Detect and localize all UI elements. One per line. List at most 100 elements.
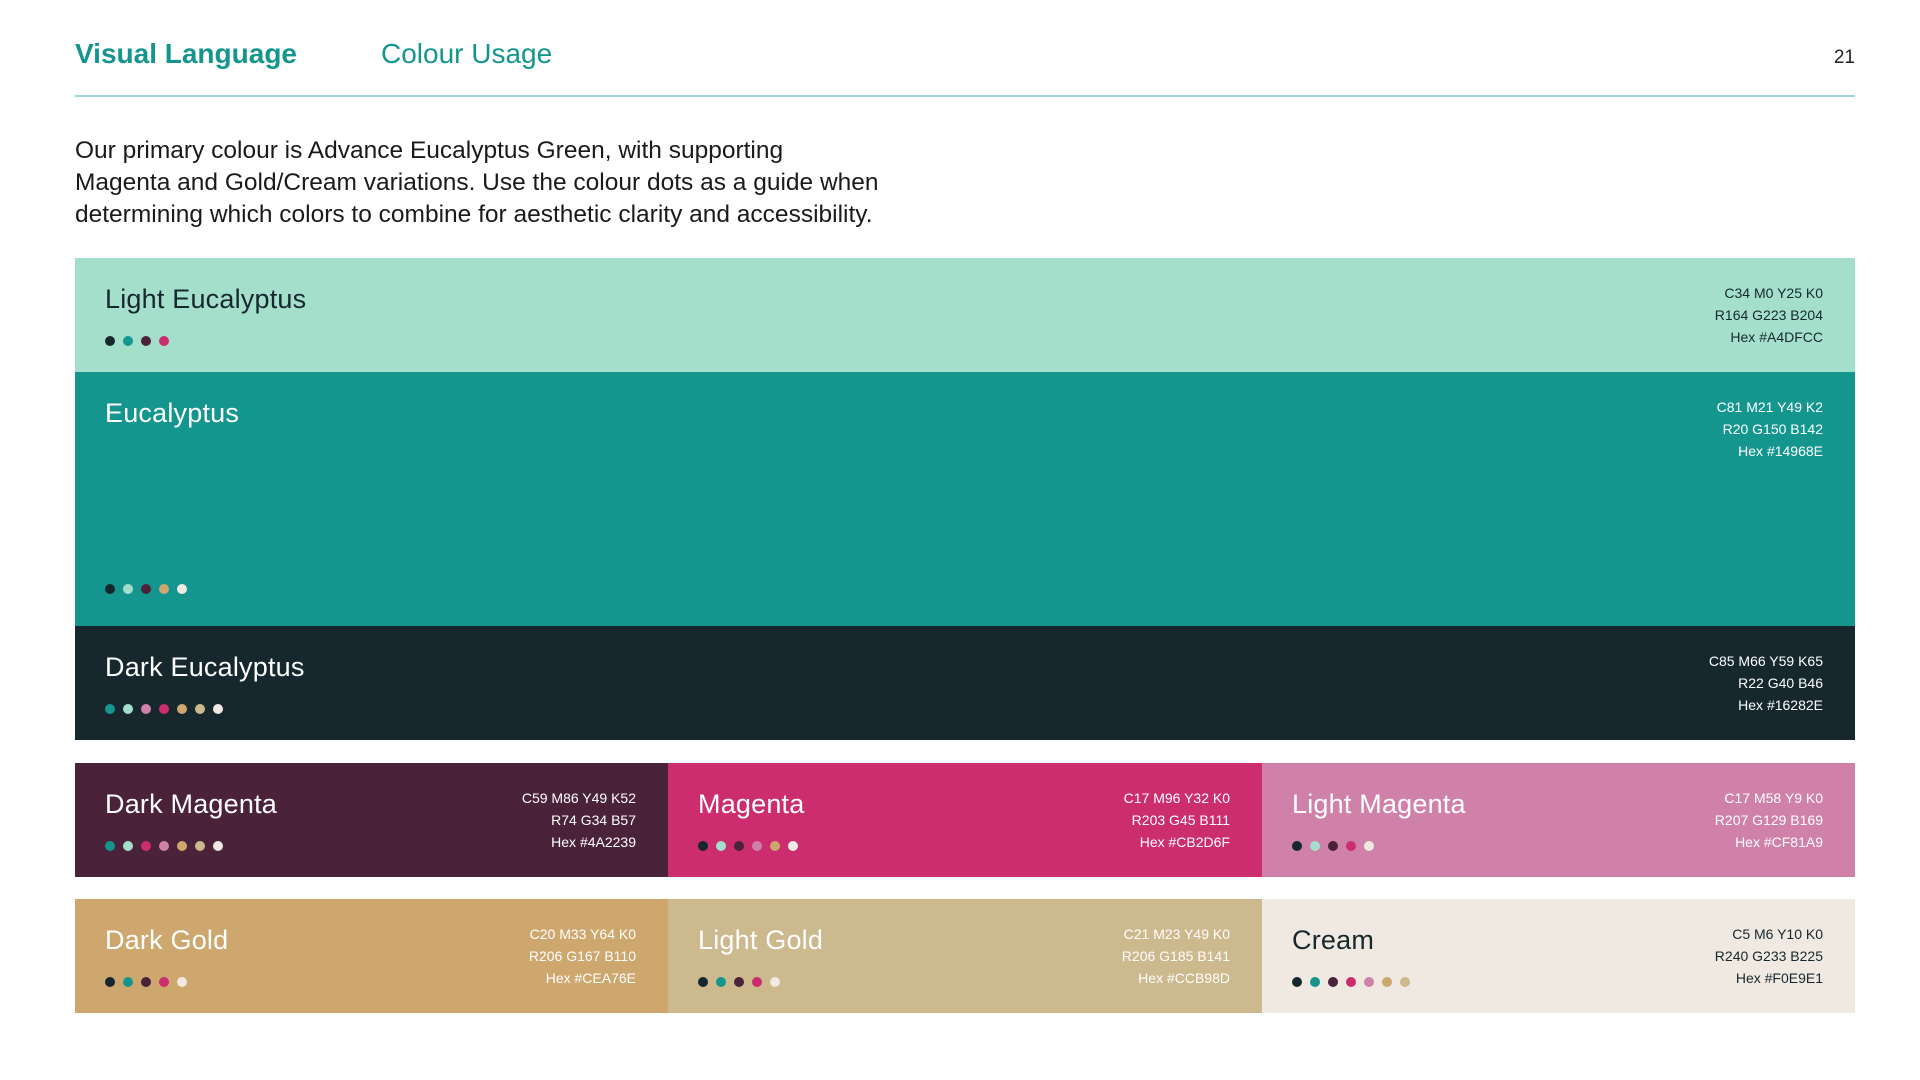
- pairing-dot: [1292, 841, 1302, 851]
- pairing-dot: [1310, 977, 1320, 987]
- swatch-rgb-value: R203 G45 B111: [1131, 812, 1230, 828]
- swatch-rgb-value: R74 G34 B57: [551, 812, 636, 828]
- pairing-dot: [1328, 841, 1338, 851]
- pairing-dot: [177, 841, 187, 851]
- swatch-cmyk-value: C20 M33 Y64 K0: [529, 926, 636, 942]
- swatch-light-magenta: Light Magenta C17 M58 Y9 K0 R207 G129 B169…: [1262, 763, 1855, 877]
- swatch-name: Light Gold: [698, 925, 824, 955]
- header-divider: [75, 95, 1855, 97]
- swatch-hex-value: Hex #14968E: [1738, 443, 1823, 459]
- pairing-dot: [716, 841, 726, 851]
- swatch-codes: C59 M86 Y49 K52 R74 G34 B57 Hex #4A2239: [522, 787, 636, 853]
- pairing-dot: [195, 704, 205, 714]
- swatch-cmyk-value: C21 M23 Y49 K0: [1123, 926, 1230, 942]
- swatch-dark-gold: Dark Gold C20 M33 Y64 K0 R206 G167 B110 Hex…: [75, 899, 668, 1013]
- section-title: Visual Language: [75, 38, 297, 69]
- pairing-dot: [1310, 841, 1320, 851]
- pairing-dot: [123, 704, 133, 714]
- pairing-dot: [123, 841, 133, 851]
- swatch-codes: C17 M96 Y32 K0 R203 G45 B111 Hex #CB2D6F: [1124, 787, 1230, 853]
- pairing-dots: [698, 977, 780, 987]
- pairing-dot: [177, 584, 187, 594]
- pairing-dot: [734, 841, 744, 851]
- swatch-codes: C17 M58 Y9 K0 R207 G129 B169 Hex #CF81A9: [1715, 787, 1823, 853]
- swatch-codes: C34 M0 Y25 K0 R164 G223 B204 Hex #A4DFCC: [1715, 282, 1823, 348]
- swatch-name: Dark Eucalyptus: [105, 652, 305, 682]
- pairing-dot: [159, 977, 169, 987]
- pairing-dot: [770, 977, 780, 987]
- pairing-dots: [1292, 841, 1374, 851]
- swatch-codes: C21 M23 Y49 K0 R206 G185 B141 Hex #CCB98D: [1122, 923, 1230, 989]
- swatch-rgb-value: R22 G40 B46: [1738, 675, 1823, 691]
- swatch-hex-value: Hex #CCB98D: [1138, 970, 1230, 986]
- pairing-dot: [159, 336, 169, 346]
- pairing-dots: [698, 841, 798, 851]
- pairing-dots: [105, 841, 223, 851]
- swatch-codes: C20 M33 Y64 K0 R206 G167 B110 Hex #CEA76E: [529, 923, 636, 989]
- pairing-dot: [105, 336, 115, 346]
- swatch-cmyk-value: C59 M86 Y49 K52: [521, 790, 636, 806]
- pairing-dot: [752, 841, 762, 851]
- swatch-hex-value: Hex #CF81A9: [1735, 834, 1823, 850]
- pairing-dots: [105, 977, 187, 987]
- swatch-codes: C81 M21 Y49 K2 R20 G150 B142 Hex #14968E: [1717, 396, 1823, 462]
- pairing-dot: [123, 977, 133, 987]
- pairing-dots: [1292, 977, 1410, 987]
- swatch-rgb-value: R20 G150 B142: [1722, 421, 1823, 437]
- swatch-rgb-value: R240 G233 B225: [1714, 948, 1823, 964]
- page-number: 21: [1833, 47, 1855, 68]
- pairing-dot: [1364, 841, 1374, 851]
- pairing-dot: [770, 841, 780, 851]
- swatch-hex-value: Hex #F0E9E1: [1735, 970, 1823, 986]
- swatch-light-gold: Light Gold C21 M23 Y49 K0 R206 G185 B141 He…: [668, 899, 1262, 1013]
- swatch-cmyk-value: C81 M21 Y49 K2: [1716, 399, 1823, 415]
- swatch-name: Light Eucalyptus: [105, 284, 307, 314]
- pairing-dot: [698, 977, 708, 987]
- swatch-name: Dark Magenta: [105, 789, 277, 819]
- pairing-dot: [734, 977, 744, 987]
- swatch-light-eucalyptus: Light Eucalyptus C34 M0 Y25 K0 R164 G223 B…: [75, 258, 1855, 372]
- pairing-dot: [105, 704, 115, 714]
- swatch-cmyk-value: C34 M0 Y25 K0: [1724, 285, 1823, 301]
- intro-line: determining which colors to combine for …: [75, 201, 873, 228]
- pairing-dot: [1400, 977, 1410, 987]
- pairing-dot: [123, 336, 133, 346]
- pairing-dot: [788, 841, 798, 851]
- swatch-cream: Cream C5 M6 Y10 K0 R240 G233 B225 Hex #F0E9…: [1262, 899, 1855, 1013]
- pairing-dot: [698, 841, 708, 851]
- swatch-dark-magenta: Dark Magenta C59 M86 Y49 K52 R74 G34 B57 He…: [75, 763, 668, 877]
- pairing-dot: [213, 841, 223, 851]
- pairing-dot: [105, 977, 115, 987]
- pairing-dot: [1292, 977, 1302, 987]
- pairing-dots: [105, 584, 187, 594]
- swatch-codes: C85 M66 Y59 K65 R22 G40 B46 Hex #16282E: [1709, 650, 1823, 716]
- swatch-cmyk-value: C17 M58 Y9 K0: [1724, 790, 1823, 806]
- pairing-dot: [141, 977, 151, 987]
- pairing-dot: [105, 584, 115, 594]
- swatch-hex-value: Hex #CEA76E: [545, 970, 636, 986]
- swatch-hex-value: Hex #16282E: [1738, 697, 1823, 713]
- swatch-codes: C5 M6 Y10 K0 R240 G233 B225 Hex #F0E9E1: [1715, 923, 1823, 989]
- pairing-dot: [752, 977, 762, 987]
- pairing-dot: [195, 841, 205, 851]
- swatch-eucalyptus: Eucalyptus C81 M21 Y49 K2 R20 G150 B142 Hex…: [75, 372, 1855, 626]
- swatch-name: Light Magenta: [1292, 789, 1466, 819]
- pairing-dot: [1382, 977, 1392, 987]
- swatch-dark-eucalyptus: Dark Eucalyptus C85 M66 Y59 K65 R22 G40 B4…: [75, 626, 1855, 740]
- swatch-rgb-value: R207 G129 B169: [1714, 812, 1823, 828]
- pairing-dot: [105, 841, 115, 851]
- pairing-dot: [159, 841, 169, 851]
- pairing-dot: [1364, 977, 1374, 987]
- pairing-dot: [141, 841, 151, 851]
- swatch-cmyk-value: C5 M6 Y10 K0: [1732, 926, 1823, 942]
- swatch-cmyk-value: C17 M96 Y32 K0: [1123, 790, 1230, 806]
- topic-title: Colour Usage: [381, 38, 553, 69]
- pairing-dot: [1328, 977, 1338, 987]
- pairing-dots: [105, 336, 169, 346]
- intro-line: Magenta and Gold/Cream variations. Use t…: [75, 169, 879, 196]
- pairing-dot: [141, 584, 151, 594]
- swatch-name: Cream: [1292, 925, 1375, 955]
- pairing-dot: [1346, 977, 1356, 987]
- swatch-rgb-value: R206 G185 B141: [1121, 948, 1230, 964]
- pairing-dot: [159, 704, 169, 714]
